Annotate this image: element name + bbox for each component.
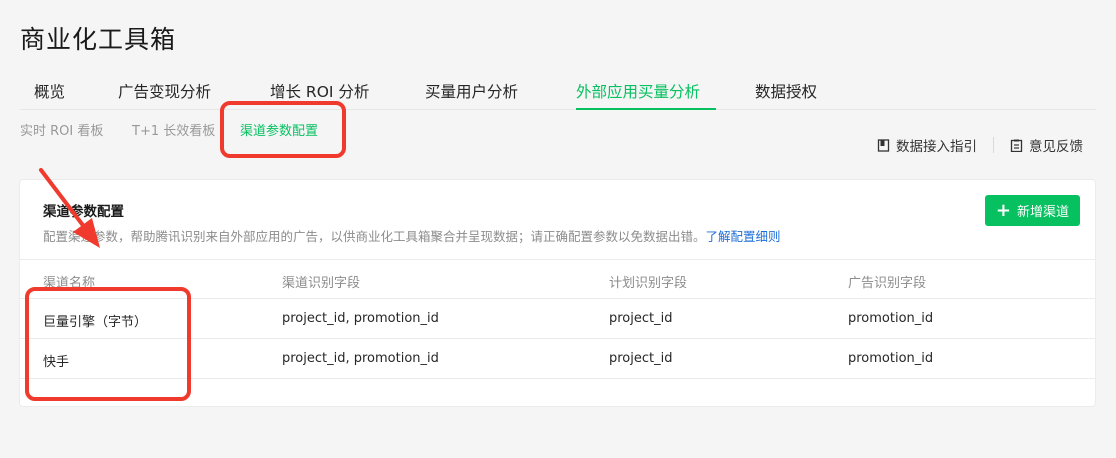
feedback-link[interactable]: 意见反馈 [1010,135,1083,155]
ad-field: promotion_id [848,311,934,326]
tab-data-authorization[interactable]: 数据授权 [755,80,817,102]
subtab-realtime-roi[interactable]: 实时 ROI 看板 [20,120,103,139]
divider [993,137,994,153]
tab-ad-monetization[interactable]: 广告变现分析 [118,80,211,102]
card-title: 渠道参数配置 [43,204,124,220]
ad-field: promotion_id [848,351,934,366]
guide-link-label: 数据接入指引 [896,139,977,155]
main-tabs: 概览 广告变现分析 增长 ROI 分析 买量用户分析 外部应用买量分析 数据授权 [20,68,1096,110]
header-ad-field: 广告识别字段 [848,276,927,291]
config-rules-link[interactable]: 了解配置细则 [706,229,781,244]
plan-field: project_id [609,311,673,326]
clipboard-icon [1010,139,1023,152]
subtab-t1-longterm[interactable]: T+1 长效看板 [132,120,215,139]
annotation-box-channel-names [25,287,191,401]
plan-field: project_id [609,351,673,366]
tab-overview[interactable]: 概览 [34,80,65,102]
add-channel-button[interactable]: + 新增渠道 [984,195,1080,226]
book-icon [877,138,890,152]
annotation-box-subtab [220,101,346,158]
tab-external-app-acquisition[interactable]: 外部应用买量分析 [576,80,700,102]
add-channel-label: 新增渠道 [1016,205,1069,220]
app-title: 商业化工具箱 [20,25,177,54]
top-links: 数据接入指引 意见反馈 [877,135,1083,155]
feedback-link-label: 意见反馈 [1029,139,1083,155]
tab-growth-roi[interactable]: 增长 ROI 分析 [270,80,369,102]
card-description: 配置渠道参数，帮助腾讯识别来自外部应用的广告，以供商业化工具箱聚合并呈现数据；请… [43,226,781,245]
plus-icon: + [995,199,1011,221]
tab-user-acquisition[interactable]: 买量用户分析 [425,80,518,102]
card-description-text: 配置渠道参数，帮助腾讯识别来自外部应用的广告，以供商业化工具箱聚合并呈现数据；请… [43,229,706,244]
header-plan-field: 计划识别字段 [609,276,688,291]
active-tab-underline [576,108,716,110]
channel-field: project_id, promotion_id [282,351,439,366]
header-channel-field: 渠道识别字段 [282,276,361,291]
guide-link[interactable]: 数据接入指引 [877,135,977,155]
channel-field: project_id, promotion_id [282,311,439,326]
